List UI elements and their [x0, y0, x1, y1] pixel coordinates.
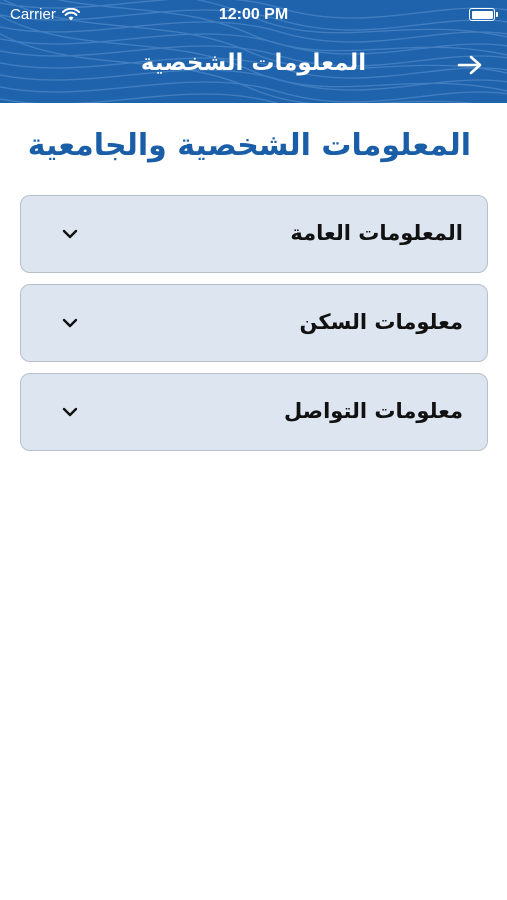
status-bar: Carrier 12:00 PM: [0, 0, 507, 32]
info-sections-list: المعلومات العامة معلومات السكن معلومات ا…: [20, 195, 488, 462]
app-header: Carrier 12:00 PM المعلومات الشخصية: [0, 0, 507, 103]
section-label: معلومات السكن: [299, 310, 463, 334]
chevron-down-icon: [62, 229, 78, 239]
battery-icon: [469, 8, 498, 21]
nav-title: المعلومات الشخصية: [140, 50, 367, 76]
arrow-right-icon[interactable]: [457, 54, 483, 76]
clock: 12:00 PM: [218, 6, 289, 23]
section-label: معلومات التواصل: [284, 399, 463, 423]
section-contact-info[interactable]: معلومات التواصل: [20, 373, 488, 451]
page-title: المعلومات الشخصية والجامعية: [27, 128, 471, 163]
chevron-down-icon: [62, 407, 78, 417]
section-general-info[interactable]: المعلومات العامة: [20, 195, 488, 273]
section-housing-info[interactable]: معلومات السكن: [20, 284, 488, 362]
section-label: المعلومات العامة: [290, 221, 463, 245]
chevron-down-icon: [62, 318, 78, 328]
